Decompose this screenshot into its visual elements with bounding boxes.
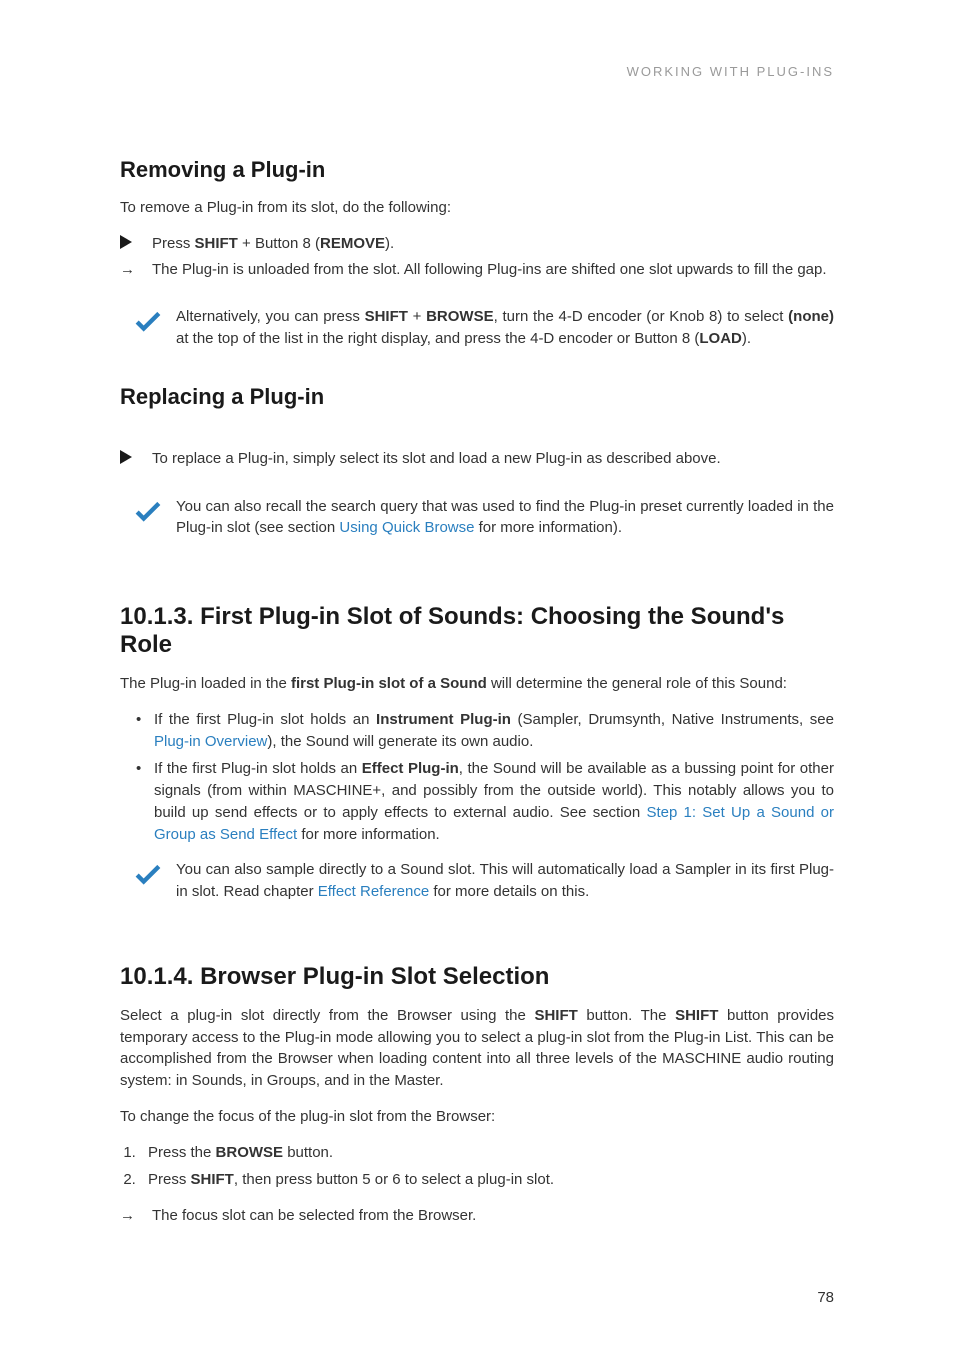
result-row: → The Plug-in is unloaded from the slot.… [120, 259, 834, 281]
text: button. [283, 1144, 333, 1161]
text-bold: first Plug-in slot of a Sound [291, 675, 487, 692]
text: + [408, 308, 426, 325]
link-quick-browse[interactable]: Using Quick Browse [339, 519, 474, 536]
text: The Plug-in loaded in the [120, 675, 291, 692]
link-plugin-overview[interactable]: Plug-in Overview [154, 733, 267, 750]
list-item: If the first Plug-in slot holds an Instr… [140, 709, 834, 753]
removing-intro: To remove a Plug-in from its slot, do th… [120, 197, 834, 219]
replacing-tip: You can also recall the search query tha… [176, 496, 834, 540]
step-row: Press SHIFT + Button 8 (REMOVE). [120, 233, 834, 255]
heading-replacing: Replacing a Plug-in [120, 384, 834, 410]
tip-callout: Alternatively, you can press SHIFT + BRO… [120, 306, 834, 350]
arrow-right-icon: → [120, 1205, 152, 1224]
text: will determine the general role of this … [487, 675, 787, 692]
kbd-shift: SHIFT [534, 1007, 577, 1024]
kbd-browse: BROWSE [216, 1144, 284, 1161]
check-icon [120, 306, 176, 332]
result-row: → The focus slot can be selected from th… [120, 1205, 834, 1227]
text: Press [148, 1171, 191, 1188]
play-icon [120, 233, 152, 249]
browser-p1: Select a plug-in slot directly from the … [120, 1005, 834, 1092]
running-header: WORKING WITH PLUG-INS [120, 64, 834, 79]
kbd-shift: SHIFT [365, 308, 408, 325]
check-icon [120, 859, 176, 885]
list-item: If the first Plug-in slot holds an Effec… [140, 758, 834, 845]
text: Select a plug-in slot directly from the … [120, 1007, 534, 1024]
kbd-load: LOAD [699, 330, 742, 347]
step-row: To replace a Plug-in, simply select its … [120, 448, 834, 470]
text: , turn the 4-D encoder (or Knob 8) to se… [494, 308, 789, 325]
text: ). [742, 330, 751, 347]
arrow-right-icon: → [120, 259, 152, 278]
role-tip: You can also sample directly to a Sound … [176, 859, 834, 903]
removing-step: Press SHIFT + Button 8 (REMOVE). [152, 233, 834, 255]
text: Press [152, 235, 195, 252]
kbd-remove: REMOVE [320, 235, 385, 252]
text: button. The [578, 1007, 675, 1024]
text: , then press button 5 or 6 to select a p… [234, 1171, 554, 1188]
text: Alternatively, you can press [176, 308, 365, 325]
page-number: 78 [817, 1289, 834, 1306]
text: for more information). [474, 519, 622, 536]
heading-role: 10.1.3. First Plug-in Slot of Sounds: Ch… [120, 603, 834, 659]
text: + Button 8 ( [238, 235, 320, 252]
text-bold: Instrument Plug-in [376, 711, 511, 728]
removing-result: The Plug-in is unloaded from the slot. A… [152, 259, 834, 281]
link-effect-reference[interactable]: Effect Reference [318, 883, 429, 900]
list-item: Press SHIFT, then press button 5 or 6 to… [140, 1169, 834, 1191]
kbd-shift: SHIFT [191, 1171, 234, 1188]
text: If the first Plug-in slot holds an [154, 711, 376, 728]
list-item: Press the BROWSE button. [140, 1142, 834, 1164]
text: for more details on this. [429, 883, 589, 900]
kbd-shift: SHIFT [675, 1007, 718, 1024]
text: for more information. [297, 826, 440, 843]
heading-removing: Removing a Plug-in [120, 157, 834, 183]
text: at the top of the list in the right disp… [176, 330, 699, 347]
text: (Sampler, Drumsynth, Native Instruments,… [511, 711, 834, 728]
heading-browser: 10.1.4. Browser Plug-in Slot Selection [120, 963, 834, 991]
check-icon [120, 496, 176, 522]
kbd-browse: BROWSE [426, 308, 494, 325]
browser-steps: Press the BROWSE button. Press SHIFT, th… [120, 1142, 834, 1192]
replacing-step: To replace a Plug-in, simply select its … [152, 448, 834, 470]
tip-callout: You can also recall the search query tha… [120, 496, 834, 540]
role-bullets: If the first Plug-in slot holds an Instr… [120, 709, 834, 846]
text-bold: Effect Plug-in [362, 760, 459, 777]
play-icon [120, 448, 152, 464]
removing-tip: Alternatively, you can press SHIFT + BRO… [176, 306, 834, 350]
kbd-shift: SHIFT [195, 235, 238, 252]
text: If the first Plug-in slot holds an [154, 760, 362, 777]
kbd-none: (none) [788, 308, 834, 325]
text: ), the Sound will generate its own audio… [267, 733, 533, 750]
tip-callout: You can also sample directly to a Sound … [120, 859, 834, 903]
text: ). [385, 235, 394, 252]
role-intro: The Plug-in loaded in the first Plug-in … [120, 673, 834, 695]
text: Press the [148, 1144, 216, 1161]
browser-p2: To change the focus of the plug-in slot … [120, 1106, 834, 1128]
browser-result: The focus slot can be selected from the … [152, 1205, 834, 1227]
